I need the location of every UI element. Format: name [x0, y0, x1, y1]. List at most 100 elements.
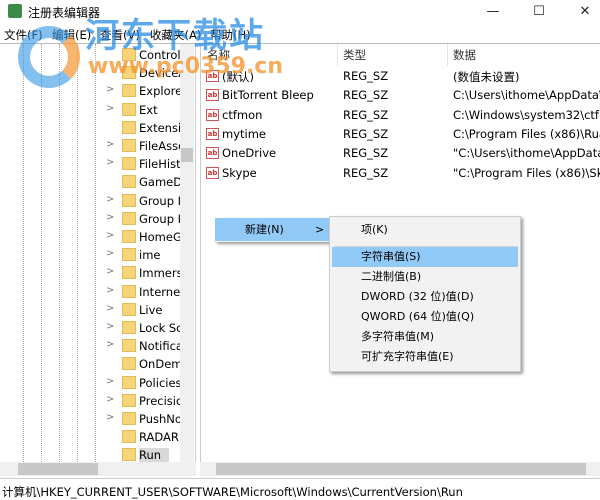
string-value-icon: ab [206, 89, 219, 102]
folder-icon [122, 230, 136, 243]
expand-chevron-icon[interactable]: > [106, 248, 114, 259]
folder-icon [122, 248, 136, 262]
expand-chevron-icon[interactable]: > [106, 84, 114, 95]
column-type-header[interactable]: 类型 [343, 47, 366, 63]
folder-icon [122, 412, 136, 425]
folder-icon [122, 157, 136, 171]
tree-item[interactable]: Extensio [106, 119, 182, 137]
expand-chevron-icon[interactable]: > [106, 339, 114, 350]
expand-chevron-icon[interactable]: > [106, 321, 114, 332]
tree-scroll-thumb[interactable] [181, 148, 193, 162]
value-row[interactable]: abSkype REG_SZ "C:\Program Files (x86)\Sky… [201, 164, 600, 183]
value-name: BitTorrent Bleep [222, 88, 314, 103]
expand-chevron-icon[interactable]: > [106, 394, 114, 405]
folder-icon [122, 393, 136, 407]
tree-item-label: RADAR [139, 430, 179, 445]
value-type: REG_SZ [343, 126, 389, 141]
submenu-item[interactable]: DWORD (32 位)值(D) [332, 287, 518, 307]
value-type: REG_SZ [343, 88, 389, 103]
folder-icon [122, 84, 136, 98]
tree-item[interactable]: > HomeG [106, 228, 182, 246]
tree-item[interactable]: GameD [106, 173, 182, 191]
folder-icon [122, 375, 136, 389]
key-tree[interactable]: ControlDeviceA>Explore>ExtExtensio>FileA… [0, 44, 196, 462]
tree-item[interactable]: RADAR [106, 428, 182, 446]
submenu-item[interactable]: QWORD (64 位)值(Q) [332, 307, 518, 327]
tree-item[interactable]: Run [106, 446, 182, 462]
expand-chevron-icon[interactable]: > [106, 157, 114, 168]
value-row[interactable]: ab OneDrive REG_SZ "C:\Users\ithome\AppData… [201, 144, 600, 163]
tree-item[interactable]: > Policies [106, 374, 182, 392]
values-horizontal-scrollbar[interactable] [200, 462, 600, 476]
tree-vertical-scrollbar[interactable] [180, 44, 194, 462]
tree-item[interactable]: > Precisio [106, 392, 182, 410]
value-row[interactable]: ab BitTorrent Bleep REG_SZ C:\Users\ithome\… [201, 86, 600, 105]
folder-icon [122, 175, 136, 189]
value-name: OneDrive [222, 146, 277, 161]
tree-item[interactable]: > Lock Sc [106, 319, 182, 337]
tree-item-label: PushNo [139, 412, 181, 426]
tree-item[interactable]: > Ext [106, 101, 182, 119]
tree-item[interactable]: > ime [106, 246, 182, 264]
tree-item-label: Explore [139, 84, 181, 99]
tree-item[interactable]: > FileHisto [106, 155, 182, 173]
column-data-header[interactable]: 数据 [453, 47, 476, 63]
maximize-button[interactable]: ☐ [516, 0, 562, 24]
expand-chevron-icon[interactable]: > [106, 303, 114, 314]
expand-chevron-icon[interactable]: > [106, 212, 114, 223]
expand-chevron-icon[interactable]: > [106, 194, 114, 205]
minimize-button[interactable]: — [470, 0, 516, 24]
folder-icon [122, 120, 136, 134]
folder-icon [122, 139, 136, 152]
tree-item-label: Group I [139, 211, 181, 226]
value-type: REG_SZ [343, 107, 389, 122]
expand-chevron-icon[interactable]: > [106, 412, 114, 423]
expand-chevron-icon[interactable]: > [106, 139, 114, 150]
folder-icon [122, 339, 136, 353]
tree-item-label: Notifica [139, 339, 181, 354]
menu-item-new[interactable]: 新建(N) > [215, 218, 330, 241]
tree-item[interactable]: > Internet [106, 283, 182, 301]
tree-item-label: Live [139, 302, 163, 317]
submenu-item[interactable]: 可扩充字符串值(E) [332, 347, 518, 367]
expand-chevron-icon[interactable]: > [106, 376, 114, 387]
menu-item-new-label: 新建(N) [245, 223, 284, 236]
submenu-item[interactable]: 二进制值(B) [332, 267, 518, 287]
expand-chevron-icon[interactable]: > [106, 230, 114, 241]
value-row[interactable]: abctfmon REG_SZ C:\Windows\system32\ctfmo [201, 106, 600, 125]
tree-item[interactable]: > Group I [106, 210, 182, 228]
tree-item[interactable]: > Live [106, 301, 182, 319]
tree-item-label: FileAsso [139, 139, 181, 153]
tree-item-label: Group I [139, 193, 181, 208]
tree-item[interactable]: > Explore [106, 82, 182, 100]
tree-item-label: ime [139, 248, 161, 263]
close-button[interactable]: ✕ [562, 0, 600, 24]
string-value-icon: ab [206, 127, 219, 140]
expand-chevron-icon[interactable]: > [106, 103, 114, 114]
value-row[interactable]: ab mytime REG_SZ C:\Program Files (x86)\Rua… [201, 125, 600, 144]
tree-item[interactable]: OnDem [106, 355, 182, 373]
status-bar-path: 计算机\HKEY_CURRENT_USER\SOFTWARE\Microsoft… [0, 478, 600, 499]
value-name: mytime [222, 126, 266, 141]
folder-icon [122, 284, 136, 298]
submenu-item[interactable]: 多字符串值(M) [332, 327, 518, 347]
folder-icon [122, 211, 136, 225]
submenu-arrow-icon: > [315, 223, 325, 236]
tree-item[interactable]: > PushNo [106, 410, 182, 428]
folder-icon [122, 193, 136, 207]
submenu-item[interactable]: 字符串值(S) [332, 247, 518, 267]
tree-item[interactable]: > Immers [106, 264, 182, 282]
new-submenu: 项(K) 字符串值(S) 二进制值(B) DWORD (32 位)值(D) QWORD … [329, 216, 521, 372]
tree-item[interactable]: > Notifica [106, 337, 182, 355]
tree-item[interactable]: > Group I [106, 192, 182, 210]
expand-chevron-icon[interactable]: > [106, 266, 114, 277]
folder-icon [122, 430, 136, 444]
submenu-item[interactable]: 项(K) [332, 220, 518, 240]
value-data: C:\Program Files (x86)\Ruan [453, 126, 600, 141]
expand-chevron-icon[interactable]: > [106, 285, 114, 296]
folder-icon [122, 266, 136, 280]
tree-item[interactable]: > FileAsso [106, 137, 182, 155]
string-value-icon: ab [206, 108, 219, 121]
tree-item-label: Ext [139, 102, 158, 117]
tree-horizontal-scrollbar[interactable] [0, 462, 196, 476]
